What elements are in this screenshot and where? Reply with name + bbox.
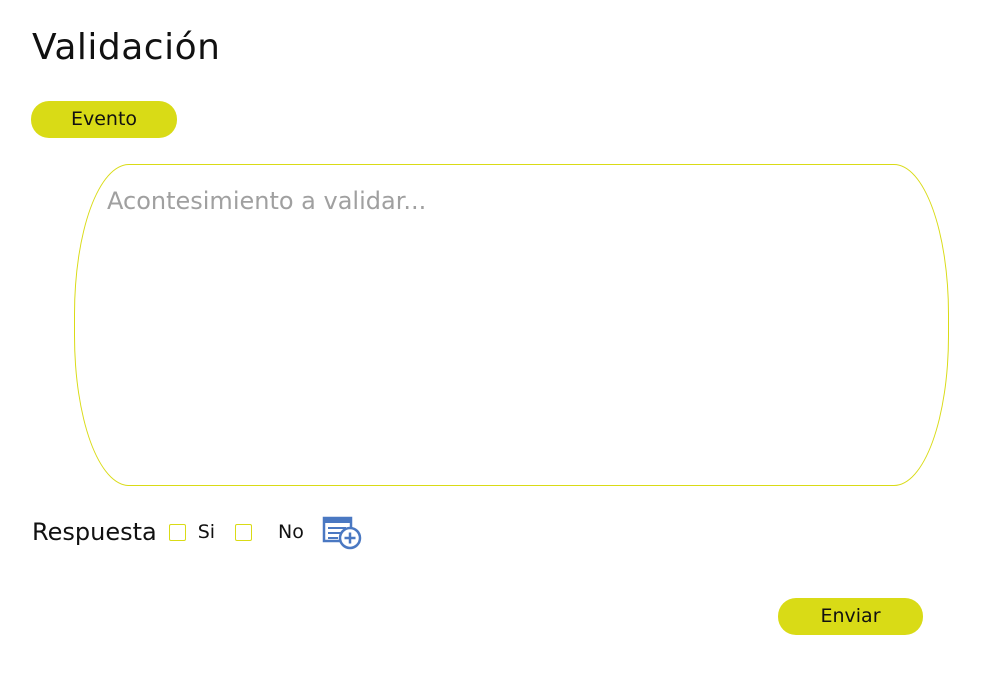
si-label: Si xyxy=(197,521,216,543)
no-checkbox[interactable] xyxy=(235,523,253,541)
answer-label: Respuesta xyxy=(32,518,157,546)
event-label: Evento xyxy=(31,101,177,138)
page-title: Validación xyxy=(32,27,221,68)
no-label: No xyxy=(278,521,304,543)
answer-row: Respuesta Si No xyxy=(32,512,364,552)
si-checkbox[interactable] xyxy=(168,523,186,541)
validation-page: Validación Evento Respuesta Si No Enviar xyxy=(0,0,1000,700)
add-form-icon[interactable] xyxy=(322,514,364,550)
send-button[interactable]: Enviar xyxy=(778,598,923,635)
event-textarea[interactable] xyxy=(74,164,949,486)
